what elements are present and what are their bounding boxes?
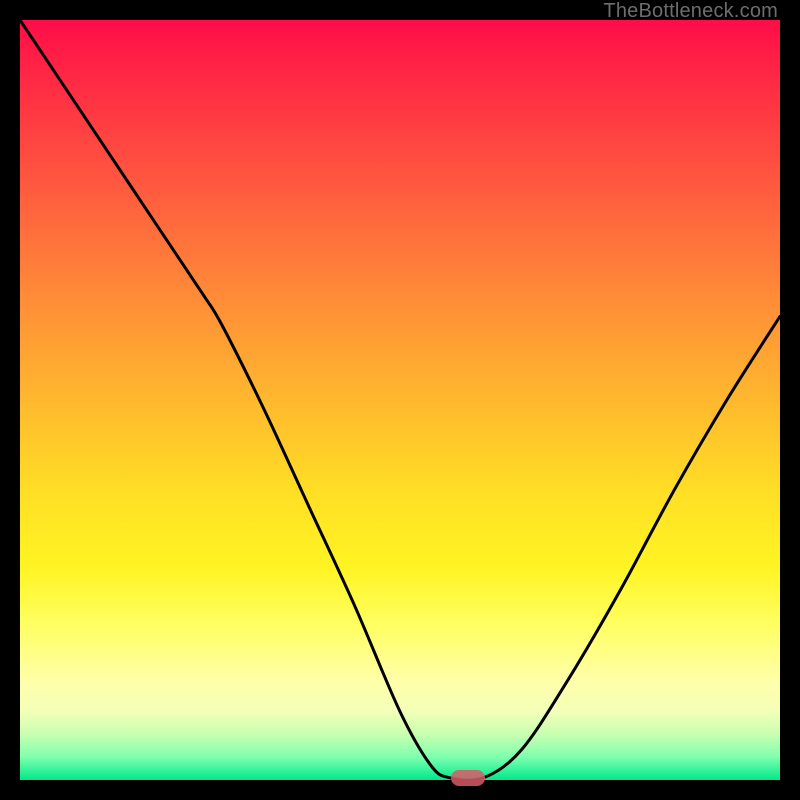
- chart-frame: TheBottleneck.com: [0, 0, 800, 800]
- bottleneck-curve: [20, 20, 780, 780]
- watermark-text: TheBottleneck.com: [603, 0, 778, 23]
- chart-plot-area: [20, 20, 780, 780]
- optimal-marker: [451, 770, 485, 786]
